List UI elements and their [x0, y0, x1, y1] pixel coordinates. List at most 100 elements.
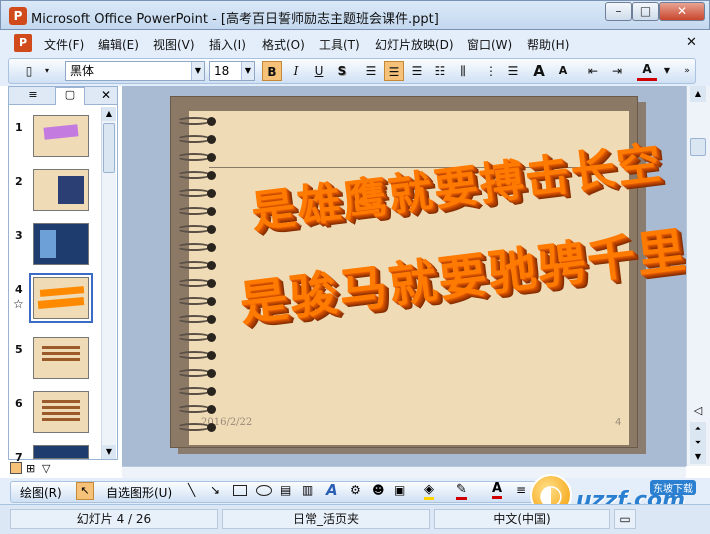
shrink-font-button[interactable]: A	[553, 61, 573, 81]
diagram-icon[interactable]: ⚙	[350, 483, 361, 497]
autoshapes-menu-button[interactable]: 自选图形(U)	[106, 484, 172, 501]
scroll-down-icon[interactable]: ▼	[102, 445, 116, 459]
powerpoint-app-icon[interactable]: P	[9, 7, 27, 25]
slide-thumbnail-1[interactable]	[33, 115, 89, 157]
font-color-icon[interactable]: A	[492, 481, 503, 499]
align-right-icon[interactable]: ☰	[407, 61, 427, 81]
binding-ring	[177, 387, 216, 396]
bold-button[interactable]: B	[262, 61, 282, 81]
chevron-down-icon[interactable]: ▼	[241, 62, 254, 80]
menu-tools[interactable]: 工具(T)	[319, 36, 360, 53]
slide-number: 1	[15, 121, 23, 134]
normal-view-icon[interactable]	[10, 462, 22, 474]
underline-button[interactable]: U	[309, 61, 329, 81]
slide-number: 5	[15, 343, 23, 356]
binding-hole	[207, 189, 216, 198]
menu-insert[interactable]: 插入(I)	[209, 36, 246, 53]
menu-format[interactable]: 格式(O)	[262, 36, 305, 53]
line-color-icon[interactable]: ✎	[456, 482, 467, 500]
slide-paper: 是雄鹰就要搏击长空 是骏马就要驰骋千里 2016/2/22 4	[189, 111, 690, 445]
chevron-down-icon[interactable]: ▼	[191, 62, 204, 80]
binding-hole	[207, 297, 216, 306]
text-direction-icon[interactable]: ⫼	[453, 61, 473, 81]
slide-thumbnail-7[interactable]	[33, 445, 89, 459]
textbox-tool-icon[interactable]: ▤	[280, 483, 291, 497]
formatting-toolbar: ▯ ▾ 黑体 ▼ 18 ▼ B I U S ☰ ☰ ☰ ☷ ⫼ ⋮ ☰ A A …	[0, 56, 710, 86]
line-tool-icon[interactable]: ╲	[188, 483, 195, 497]
toolbar-options-icon[interactable]: ▾	[37, 61, 57, 81]
decrease-indent-icon[interactable]: ⇤	[583, 61, 603, 81]
close-pane-button[interactable]: ✕	[99, 88, 113, 104]
close-button[interactable]: ✕	[659, 2, 705, 21]
rectangle-tool-icon[interactable]	[233, 485, 247, 496]
oval-tool-icon[interactable]	[256, 485, 272, 496]
font-size-select[interactable]: 18 ▼	[209, 61, 255, 81]
outline-tab-icon[interactable]: ≡	[19, 88, 47, 104]
slide-thumbnail-2[interactable]	[33, 169, 89, 211]
next-slide-icon[interactable]: ⏷	[690, 436, 706, 450]
scroll-up-icon[interactable]: ▲	[102, 107, 116, 121]
previous-slide-icon[interactable]: ⏶	[690, 422, 706, 436]
vertical-textbox-icon[interactable]: ▥	[302, 483, 313, 497]
slideshow-view-icon[interactable]: ▽	[42, 462, 50, 475]
picture-icon[interactable]: ▣	[394, 483, 405, 497]
fill-color-icon[interactable]: ◈	[424, 482, 434, 500]
status-bar: 幻灯片 4 / 26 日常_活页夹 中文(中国) ▭	[0, 504, 710, 534]
close-document-button[interactable]: ✕	[686, 35, 697, 50]
menu-help[interactable]: 帮助(H)	[527, 36, 569, 53]
scroll-up-icon[interactable]: ▲	[690, 86, 706, 102]
chevron-down-icon[interactable]: ▼	[657, 61, 677, 81]
bullets-icon[interactable]: ☰	[503, 61, 523, 81]
menu-slideshow[interactable]: 幻灯片放映(D)	[375, 36, 454, 53]
binding-ring	[177, 261, 216, 270]
font-size-value: 18	[214, 64, 230, 78]
window-title: Microsoft Office PowerPoint - [高考百日誓师励志主…	[31, 12, 439, 27]
slide-thumbnail-3[interactable]	[33, 223, 89, 265]
grow-font-button[interactable]: A	[529, 61, 549, 81]
toolbar-strip: ▯ ▾ 黑体 ▼ 18 ▼ B I U S ☰ ☰ ☰ ☷ ⫼ ⋮ ☰ A A …	[8, 58, 696, 84]
distribute-icon[interactable]: ☷	[430, 61, 450, 81]
scroll-thumb[interactable]	[103, 123, 115, 173]
scroll-thumb[interactable]	[690, 138, 706, 156]
maximize-button[interactable]: □	[632, 2, 659, 21]
increase-indent-icon[interactable]: ⇥	[607, 61, 627, 81]
arrow-tool-icon[interactable]: ↘	[210, 483, 220, 497]
editor-scrollbar[interactable]: ▲ ◁ ⏶ ⏷ ▼	[686, 86, 710, 466]
slide-thumbnail-6[interactable]	[33, 391, 89, 433]
draw-menu-button[interactable]: 绘图(R)	[20, 484, 62, 501]
slide-thumbnail-5[interactable]	[33, 337, 89, 379]
menu-edit[interactable]: 编辑(E)	[98, 36, 139, 53]
binding-ring	[177, 243, 216, 252]
slides-tab-icon[interactable]: ▢	[55, 87, 85, 105]
document-icon[interactable]: P	[14, 34, 32, 52]
italic-button[interactable]: I	[286, 61, 306, 81]
slide-thumbnail-4-selected[interactable]	[29, 273, 93, 323]
slide-number: 2	[15, 175, 23, 188]
menu-view[interactable]: 视图(V)	[153, 36, 195, 53]
toolbar-overflow-icon[interactable]: »	[677, 61, 697, 81]
shadow-button[interactable]: S	[332, 61, 352, 81]
line-style-icon[interactable]: ≡	[516, 483, 526, 497]
wordart-icon[interactable]: A	[326, 481, 338, 499]
font-color-button[interactable]: A	[637, 61, 657, 81]
align-center-icon[interactable]: ☰	[384, 61, 404, 81]
scroll-down-icon[interactable]: ▼	[690, 450, 706, 464]
binding-ring	[177, 369, 216, 378]
clipart-icon[interactable]: ☻	[372, 483, 385, 497]
current-slide[interactable]: 是雄鹰就要搏击长空 是骏马就要驰骋千里 2016/2/22 4	[170, 96, 690, 448]
binding-hole	[207, 351, 216, 360]
menu-bar: P 文件(F) 编辑(E) 视图(V) 插入(I) 格式(O) 工具(T) 幻灯…	[0, 30, 710, 56]
menu-file[interactable]: 文件(F)	[44, 36, 84, 53]
slide-sorter-icon[interactable]: ⊞	[26, 462, 35, 475]
binding-hole	[207, 117, 216, 126]
numbering-icon[interactable]: ⋮	[481, 61, 501, 81]
binding-ring	[177, 297, 216, 306]
thumbnail-scrollbar[interactable]: ▲ ▼	[101, 107, 116, 459]
horizontal-scrollbar[interactable]	[122, 466, 686, 478]
menu-window[interactable]: 窗口(W)	[467, 36, 512, 53]
select-pointer-icon[interactable]: ↖	[76, 482, 94, 500]
font-name-select[interactable]: 黑体 ▼	[65, 61, 205, 81]
align-left-icon[interactable]: ☰	[361, 61, 381, 81]
new-document-icon[interactable]: ▯	[19, 61, 39, 81]
minimize-button[interactable]: –	[605, 2, 632, 21]
